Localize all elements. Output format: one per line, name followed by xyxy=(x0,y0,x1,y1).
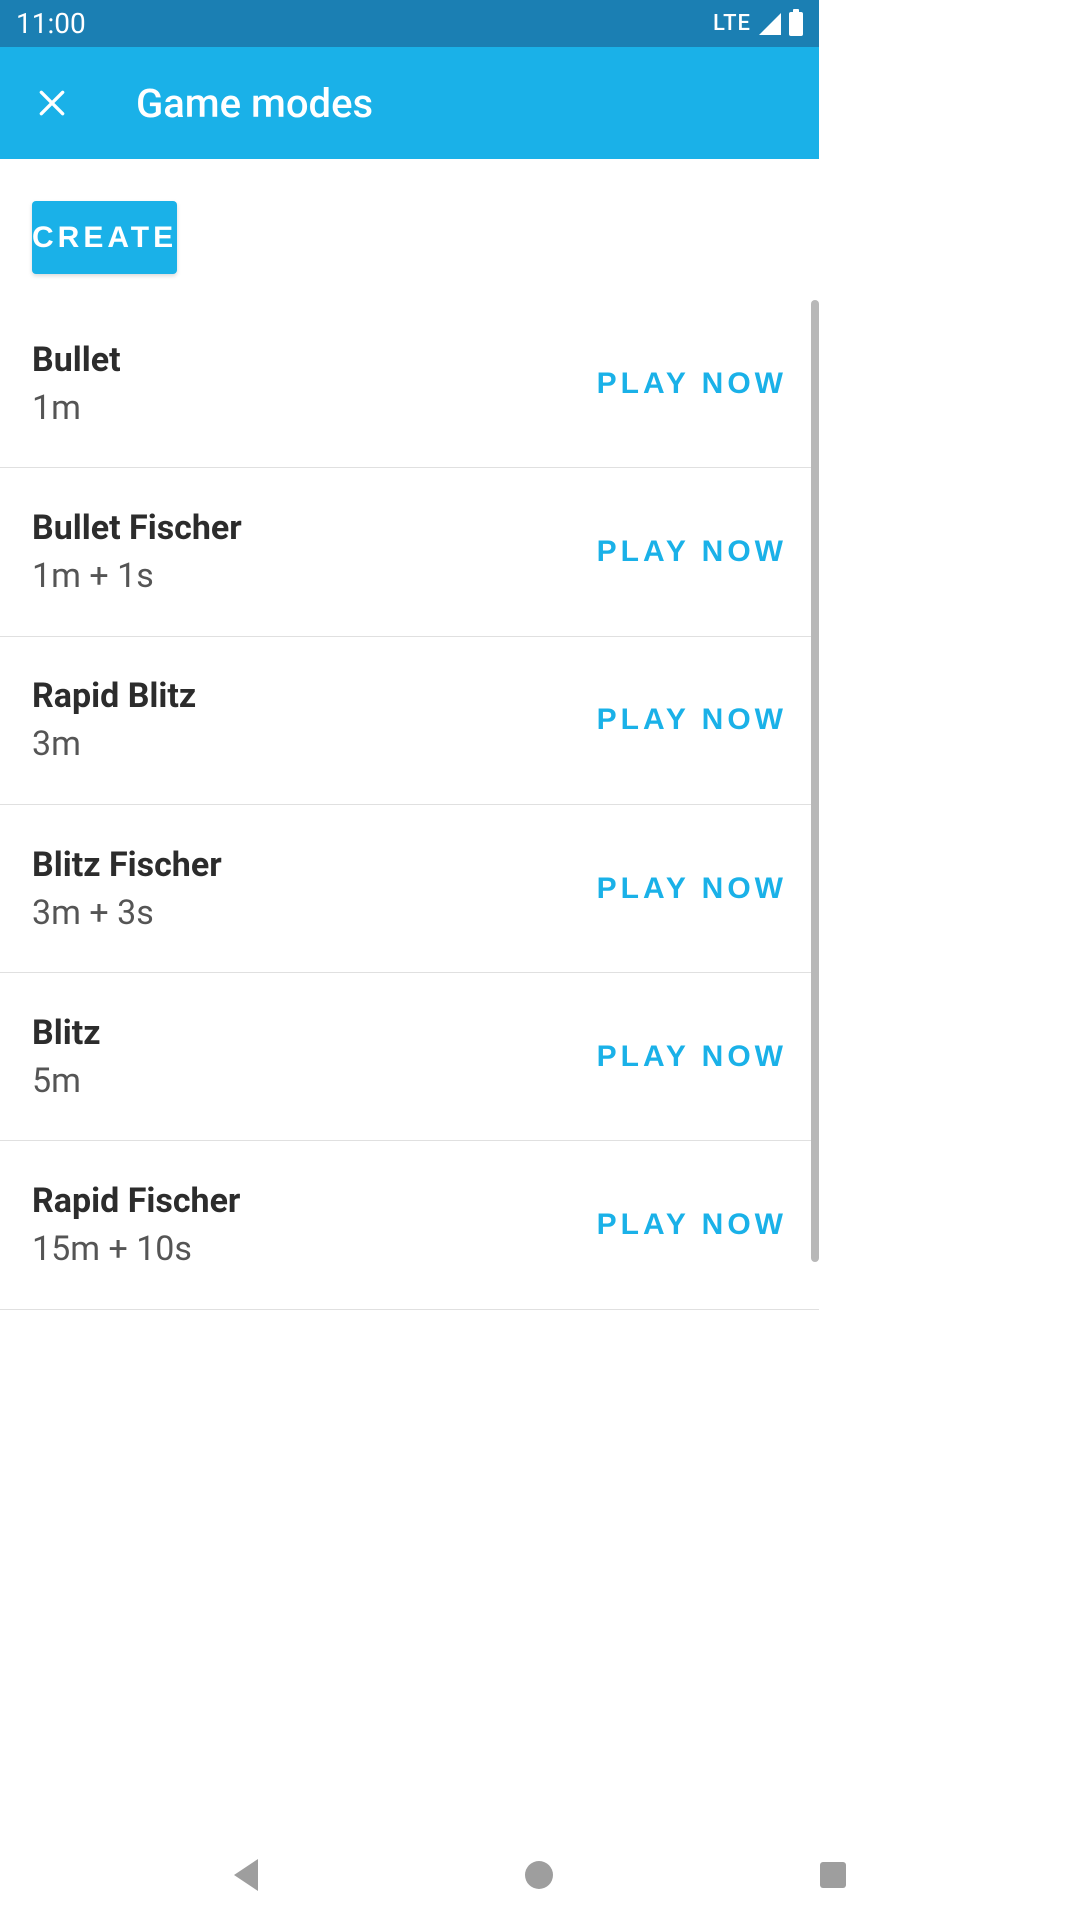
play-now-button[interactable]: PLAY NOW xyxy=(597,872,787,906)
play-now-button[interactable]: PLAY NOW xyxy=(597,1208,787,1242)
mode-title: Bullet Fischer xyxy=(32,508,242,548)
mode-title: Rapid Fischer xyxy=(32,1181,240,1221)
mode-subtitle: 5m xyxy=(32,1061,101,1101)
mode-list-wrapper: Bullet 1m PLAY NOW Bullet Fischer 1m + 1… xyxy=(0,300,819,1438)
scrollbar[interactable] xyxy=(811,300,819,1262)
status-right-icons: LTE xyxy=(713,11,803,36)
mode-subtitle: 1m xyxy=(32,388,121,428)
mode-subtitle: 15m + 10s xyxy=(32,1229,240,1269)
status-bar: 11:00 LTE xyxy=(0,0,819,47)
play-now-button[interactable]: PLAY NOW xyxy=(597,535,787,569)
mode-info: Bullet 1m xyxy=(32,340,121,428)
back-icon[interactable] xyxy=(234,1859,258,1891)
signal-icon xyxy=(759,13,781,35)
list-item[interactable]: Blitz Fischer 3m + 3s PLAY NOW xyxy=(0,805,819,973)
mode-title: Blitz xyxy=(32,1013,101,1053)
mode-subtitle: 1m + 1s xyxy=(32,556,242,596)
mode-info: Rapid Fischer 15m + 10s xyxy=(32,1181,240,1269)
close-icon[interactable] xyxy=(32,83,72,123)
play-now-button[interactable]: PLAY NOW xyxy=(597,1040,787,1074)
mode-title: Blitz Fischer xyxy=(32,845,222,885)
list-item[interactable]: Bullet 1m PLAY NOW xyxy=(0,300,819,468)
mode-subtitle: 3m + 3s xyxy=(32,893,222,933)
mode-list: Bullet 1m PLAY NOW Bullet Fischer 1m + 1… xyxy=(0,300,819,1310)
recent-apps-icon[interactable] xyxy=(820,1862,846,1888)
mode-info: Bullet Fischer 1m + 1s xyxy=(32,508,242,596)
create-button[interactable]: CREATE xyxy=(32,201,177,274)
content: CREATE Bullet 1m PLAY NOW Bullet Fischer… xyxy=(0,159,819,1438)
mode-title: Bullet xyxy=(32,340,121,380)
network-label: LTE xyxy=(713,11,751,36)
list-item[interactable]: Rapid Blitz 3m PLAY NOW xyxy=(0,637,819,805)
list-item[interactable]: Blitz 5m PLAY NOW xyxy=(0,973,819,1141)
play-now-button[interactable]: PLAY NOW xyxy=(597,703,787,737)
play-now-button[interactable]: PLAY NOW xyxy=(597,367,787,401)
mode-info: Blitz 5m xyxy=(32,1013,101,1101)
app-bar: Game modes xyxy=(0,47,819,159)
page-title: Game modes xyxy=(136,80,373,127)
navigation-bar xyxy=(0,1830,1080,1920)
mode-info: Blitz Fischer 3m + 3s xyxy=(32,845,222,933)
status-time: 11:00 xyxy=(16,7,86,40)
mode-info: Rapid Blitz 3m xyxy=(32,676,196,764)
list-item[interactable]: Bullet Fischer 1m + 1s PLAY NOW xyxy=(0,468,819,636)
mode-title: Rapid Blitz xyxy=(32,676,196,716)
mode-subtitle: 3m xyxy=(32,724,196,764)
list-item[interactable]: Rapid Fischer 15m + 10s PLAY NOW xyxy=(0,1141,819,1309)
battery-icon xyxy=(789,12,803,36)
home-icon[interactable] xyxy=(525,1861,553,1889)
